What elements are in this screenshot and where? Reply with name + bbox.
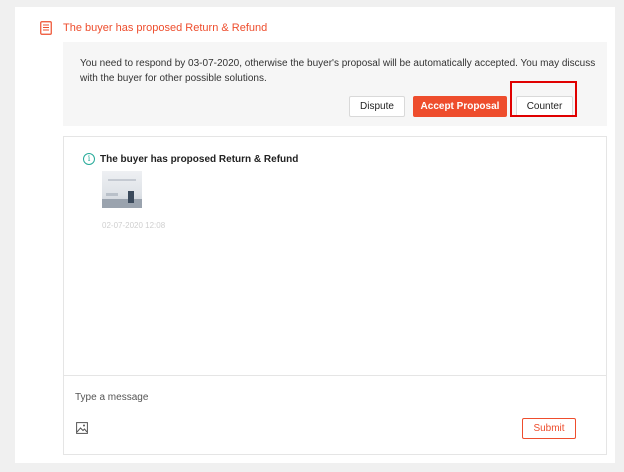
info-icon: i: [83, 153, 95, 165]
page-title: The buyer has proposed Return & Refund: [63, 22, 268, 34]
card-header: The buyer has proposed Return & Refund: [40, 21, 267, 35]
message-timestamp: 02-07-2020 12:08: [102, 221, 166, 230]
response-notice: You need to respond by 03-07-2020, other…: [63, 42, 607, 126]
message-composer: Submit: [64, 375, 606, 454]
document-list-icon: [40, 21, 52, 35]
accept-proposal-button[interactable]: Accept Proposal: [413, 96, 507, 117]
image-icon[interactable]: [76, 422, 88, 434]
notice-text: You need to respond by 03-07-2020, other…: [80, 58, 596, 84]
attachment-thumbnail[interactable]: [102, 171, 142, 208]
return-refund-card: The buyer has proposed Return & Refund Y…: [15, 7, 615, 463]
dispute-button[interactable]: Dispute: [349, 96, 405, 117]
chat-message-title: The buyer has proposed Return & Refund: [100, 153, 299, 165]
chat-panel: i The buyer has proposed Return & Refund…: [63, 136, 607, 455]
message-input[interactable]: [75, 388, 575, 406]
submit-button[interactable]: Submit: [522, 418, 576, 439]
chat-message-header: i The buyer has proposed Return & Refund: [83, 153, 298, 165]
counter-button[interactable]: Counter: [516, 96, 573, 117]
